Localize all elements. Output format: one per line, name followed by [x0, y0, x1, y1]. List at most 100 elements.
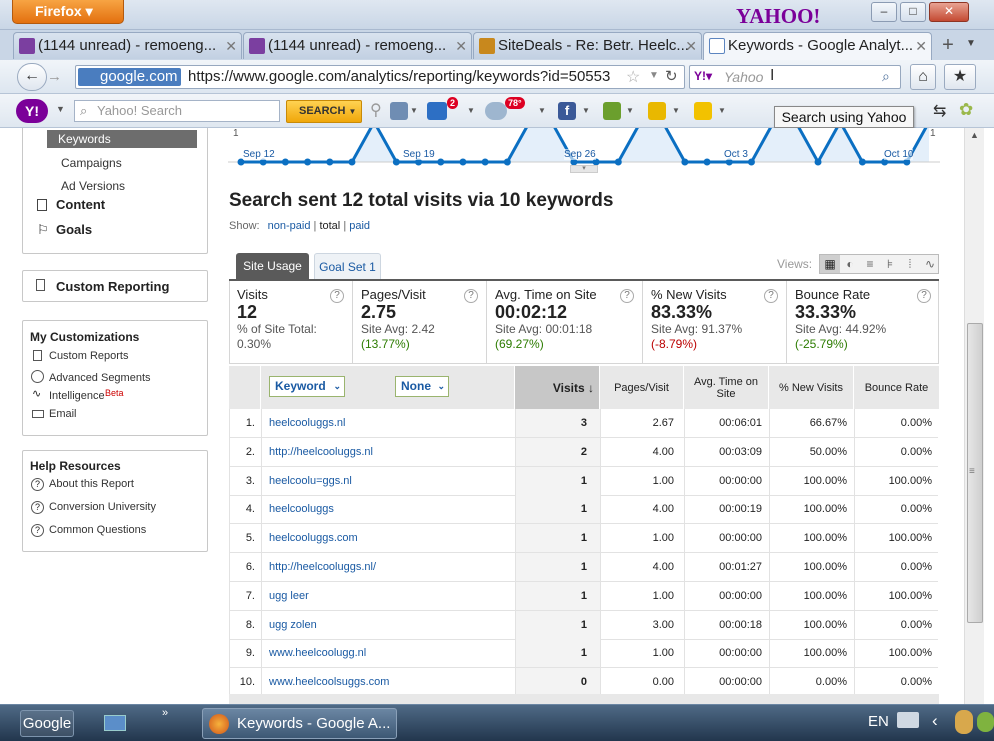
chevron-down-icon[interactable]: ▼	[626, 106, 634, 115]
yahoo-toolbar-logo[interactable]: Y!	[16, 99, 48, 123]
minimize-button[interactable]: –	[871, 2, 897, 22]
chevron-down-icon[interactable]: ▼	[538, 106, 546, 115]
browser-tab-3[interactable]: SiteDeals - Re: Betr. Heelc... ✕	[473, 32, 702, 59]
weather-icon[interactable]	[485, 102, 507, 120]
compare-view-icon[interactable]: ⊧	[880, 255, 900, 273]
bookmarks-button[interactable]: ★	[944, 64, 976, 90]
conversion-university-link[interactable]: Conversion University	[49, 501, 156, 513]
keyword-link[interactable]: http://heelcooluggs.nl	[269, 438, 514, 466]
browser-tab-1[interactable]: (1144 unread) - remoeng... ✕	[13, 32, 242, 59]
tab-list-icon[interactable]: ▼	[966, 38, 976, 49]
hand-icon[interactable]	[955, 710, 973, 734]
facebook-icon[interactable]: f	[558, 102, 576, 120]
chart-point[interactable]	[348, 158, 356, 166]
sidebar-item-goals[interactable]: Goals	[56, 222, 92, 237]
maximize-button[interactable]: □	[900, 2, 926, 22]
chevron-down-icon[interactable]: ▼	[582, 106, 590, 115]
page-tools-icon[interactable]	[390, 102, 408, 120]
ebay-icon[interactable]	[648, 102, 666, 120]
close-window-button[interactable]: ✕	[929, 2, 969, 22]
keyword-link[interactable]: http://heelcooluggs.nl/	[269, 553, 514, 581]
chart-point[interactable]	[814, 158, 822, 166]
sidebar-item-ad-versions[interactable]: Ad Versions	[61, 179, 125, 193]
settings-gear-icon[interactable]: ✿	[959, 100, 973, 120]
browser-tab-4[interactable]: Keywords - Google Analyt... ✕	[703, 32, 932, 60]
keyword-link[interactable]: www.heelcoolugg.nl	[269, 639, 514, 667]
chart-resize-handle[interactable]: ▾	[570, 165, 598, 173]
sidebar-item-content[interactable]: Content	[56, 197, 105, 212]
yahoo-engine-icon[interactable]: Y!▾	[694, 69, 712, 83]
keyboard-icon[interactable]	[897, 712, 919, 728]
chevron-down-icon[interactable]: ▼	[410, 106, 418, 115]
tray-expand-icon[interactable]: ‹	[932, 711, 938, 731]
shopping-icon[interactable]	[694, 102, 712, 120]
back-button[interactable]: ←	[17, 63, 47, 91]
search-bar[interactable]: Y!▾ Yahoo I ⌕	[689, 65, 901, 89]
pin-icon[interactable]: ⚲	[370, 100, 382, 120]
header-new-visits[interactable]: % New Visits	[769, 366, 854, 409]
chevron-down-icon[interactable]: ▼	[467, 106, 475, 115]
search-icon[interactable]: ⌕	[882, 68, 890, 85]
header-visits[interactable]: Visits ↓	[515, 366, 600, 409]
firefox-menu-button[interactable]: Firefox ▾	[12, 0, 124, 24]
close-tab-icon[interactable]: ✕	[455, 33, 467, 59]
custom-reporting-link[interactable]: Custom Reporting	[56, 279, 169, 294]
show-paid-link[interactable]: paid	[349, 220, 370, 232]
chart-point[interactable]	[747, 158, 755, 166]
close-tab-icon[interactable]: ✕	[915, 33, 927, 59]
chart-point[interactable]	[614, 158, 622, 166]
close-tab-icon[interactable]: ✕	[225, 33, 237, 59]
advanced-segments-link[interactable]: Advanced Segments	[49, 372, 151, 384]
keyword-dimension-select[interactable]: Keyword ⌄	[269, 376, 345, 397]
chevron-down-icon[interactable]: ▼	[56, 104, 65, 114]
toolbar-arrows-icon[interactable]: ⇆	[933, 101, 946, 121]
show-desktop-icon[interactable]	[104, 715, 126, 731]
chart-point[interactable]	[503, 158, 511, 166]
yahoo-search-button[interactable]: SEARCH ▼	[286, 100, 362, 123]
url-dropdown-icon[interactable]: ▼	[649, 70, 659, 81]
pivot-view-icon[interactable]: ⦙	[900, 255, 920, 273]
notepad-icon[interactable]	[603, 102, 621, 120]
keyword-link[interactable]: ugg zolen	[269, 611, 514, 639]
tab-goal-set-1[interactable]: Goal Set 1	[314, 253, 381, 280]
keyword-link[interactable]: heelcoolu=ggs.nl	[269, 467, 514, 495]
pie-view-icon[interactable]: ◐	[840, 255, 860, 273]
tab-site-usage[interactable]: Site Usage	[236, 253, 309, 280]
home-button[interactable]: ⌂	[910, 64, 936, 90]
site-identity-button[interactable]: google.com	[78, 68, 181, 86]
language-indicator[interactable]: EN	[868, 713, 889, 730]
help-icon[interactable]: ?	[917, 289, 931, 303]
show-non-paid-link[interactable]: non-paid	[268, 220, 311, 232]
chevron-down-icon[interactable]: ▼	[672, 106, 680, 115]
chart-point[interactable]	[459, 158, 467, 166]
google-deskbar[interactable]: Google	[20, 710, 74, 737]
chart-point[interactable]	[304, 158, 312, 166]
url-bar[interactable]: google.com https://www.google.com/analyt…	[75, 65, 685, 89]
mail-icon[interactable]	[427, 102, 447, 120]
intelligence-link[interactable]: Intelligence	[49, 390, 105, 402]
sparkline-view-icon[interactable]: ∿	[920, 255, 940, 273]
keyword-link[interactable]: heelcooluggs.com	[269, 524, 514, 552]
chart-point[interactable]	[481, 158, 489, 166]
keyword-link[interactable]: ugg leer	[269, 582, 514, 610]
new-tab-button[interactable]: +	[936, 34, 960, 58]
browser-tab-2[interactable]: (1144 unread) - remoeng... ✕	[243, 32, 472, 59]
about-report-link[interactable]: About this Report	[49, 478, 134, 490]
forward-button[interactable]: →	[47, 68, 62, 85]
keyword-link[interactable]: heelcooluggs.nl	[269, 409, 514, 437]
sidebar-item-keywords[interactable]: Keywords	[47, 130, 197, 148]
close-tab-icon[interactable]: ✕	[685, 33, 697, 59]
chart-point[interactable]	[858, 158, 866, 166]
header-bounce-rate[interactable]: Bounce Rate	[854, 366, 939, 409]
chart-point[interactable]	[281, 158, 289, 166]
custom-reporting-box[interactable]: Custom Reporting	[22, 270, 208, 302]
chart-point[interactable]	[703, 158, 711, 166]
chart-point[interactable]	[681, 158, 689, 166]
header-pages-visit[interactable]: Pages/Visit	[600, 366, 684, 409]
help-icon[interactable]: ?	[764, 289, 778, 303]
help-icon[interactable]: ?	[464, 289, 478, 303]
bar-view-icon[interactable]: ≡	[860, 255, 880, 273]
header-avg-time[interactable]: Avg. Time on Site	[684, 366, 769, 409]
sidebar-item-campaigns[interactable]: Campaigns	[61, 156, 122, 170]
keyword-link[interactable]: www.heelcoolsuggs.com	[269, 668, 514, 696]
